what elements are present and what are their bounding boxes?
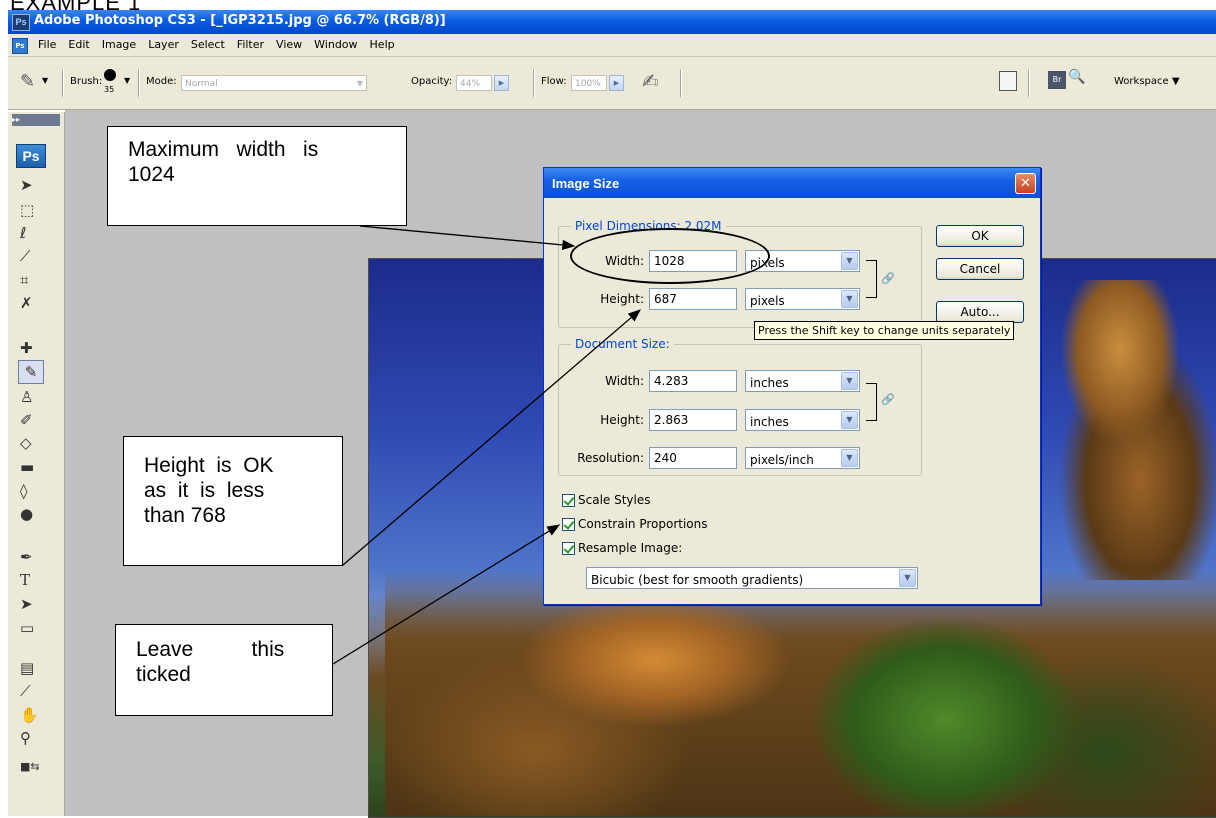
arrow-to-height-field <box>342 309 641 566</box>
arrow-to-width-field <box>359 225 576 251</box>
arrow-to-constrain-checkbox <box>332 524 561 665</box>
annotation-arrows <box>332 225 641 665</box>
